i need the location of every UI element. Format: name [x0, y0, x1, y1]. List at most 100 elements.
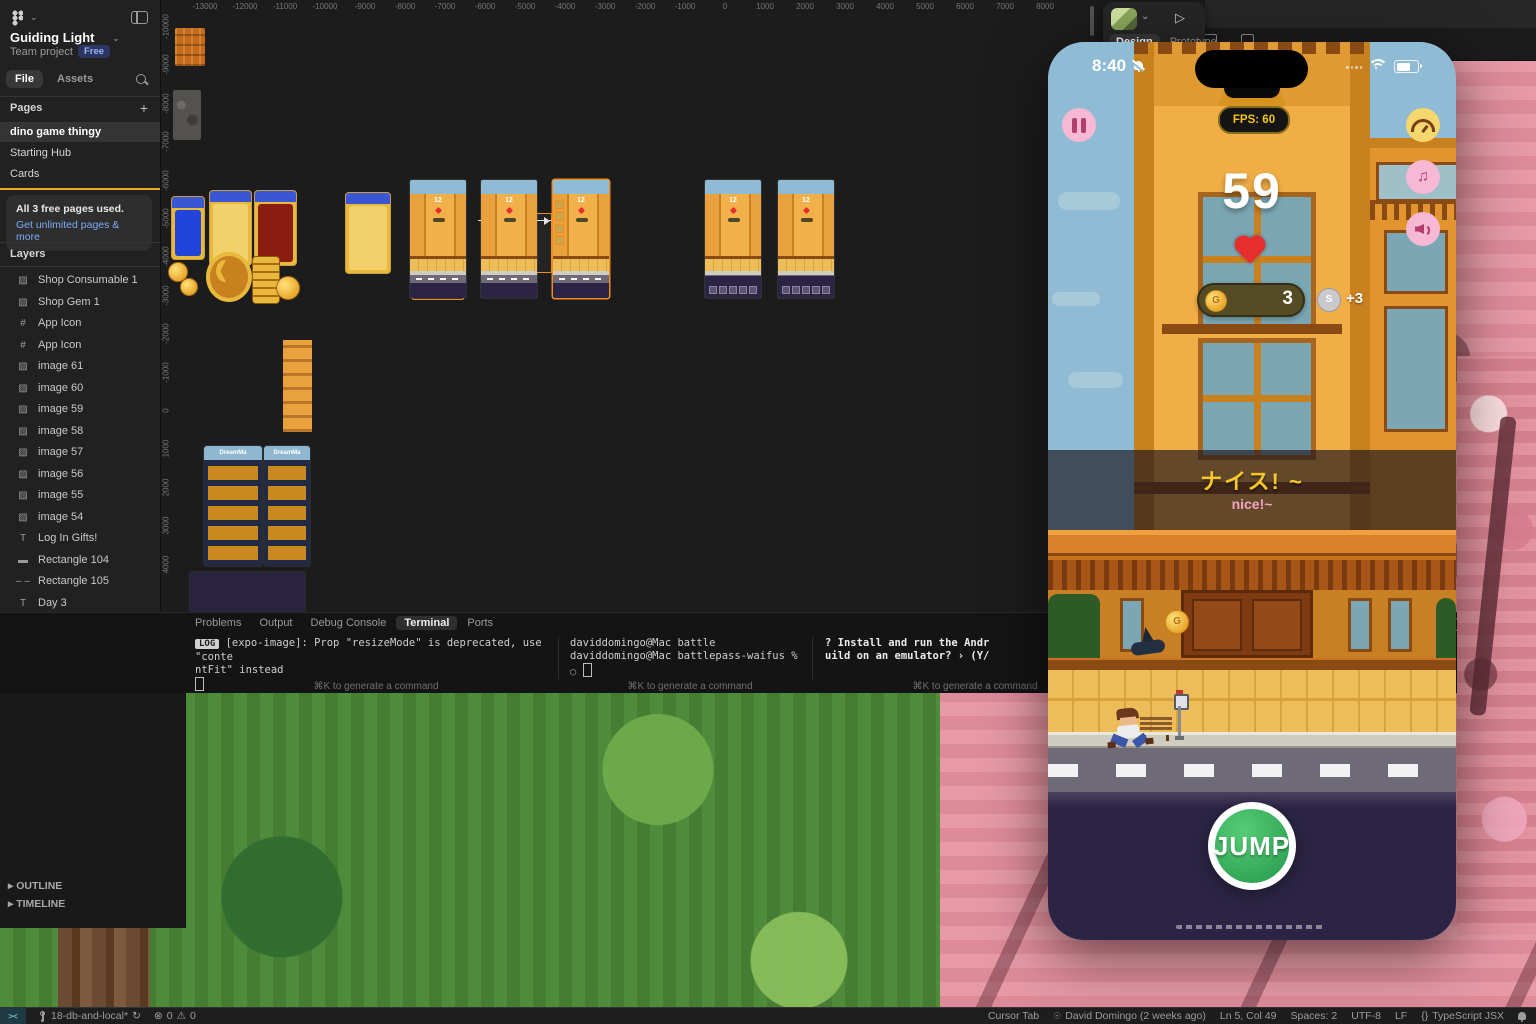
- free-plan-divider: [0, 188, 160, 190]
- pause-button[interactable]: [1062, 108, 1096, 142]
- panel-tab-problems[interactable]: Problems: [195, 617, 241, 629]
- add-page-icon[interactable]: +: [140, 100, 148, 116]
- ruler-number: -13000: [192, 2, 218, 11]
- ruler-number: 8000: [1036, 2, 1054, 11]
- page-item[interactable]: dino game thingy: [0, 122, 160, 142]
- ruler-number: -11000: [272, 2, 298, 11]
- panel-tabs: Problems Output Debug Console Terminal Ports: [195, 616, 493, 630]
- canvas-game-frame[interactable]: 12: [410, 180, 466, 298]
- page-item[interactable]: Cards: [0, 164, 160, 184]
- ruler-number: 1000: [756, 2, 774, 11]
- canvas-game-frame[interactable]: 12: [778, 180, 834, 298]
- layer-label: image 55: [38, 489, 84, 501]
- panel-tab-output[interactable]: Output: [259, 617, 292, 629]
- layer-type-icon: T: [19, 597, 27, 609]
- layer-item[interactable]: ▨ image 55: [0, 485, 160, 506]
- ruler-number: -6000: [161, 169, 171, 191]
- ruler-number: 5000: [916, 2, 934, 11]
- canvas-game-frame[interactable]: 12: [553, 180, 609, 298]
- layer-item[interactable]: ▨ image 58: [0, 421, 160, 442]
- cloud: [1068, 372, 1123, 388]
- layer-item[interactable]: ▨ image 57: [0, 442, 160, 463]
- status-time: 8:40: [1092, 56, 1127, 75]
- speed-gauge-button[interactable]: [1406, 108, 1440, 142]
- canvas-card-gold-2[interactable]: [345, 192, 391, 274]
- layer-item[interactable]: ▨ Shop Gem 1: [0, 292, 160, 313]
- jump-button[interactable]: JUMP: [1208, 802, 1296, 890]
- terminal-2[interactable]: daviddomingo@Mac battle daviddomingo@Mac…: [570, 637, 808, 679]
- tab-file[interactable]: File: [6, 70, 43, 88]
- layer-item[interactable]: ▨ image 60: [0, 378, 160, 399]
- project-title: Guiding Light: [10, 30, 95, 45]
- figma-menu-chevron-icon[interactable]: ⌄: [30, 12, 38, 23]
- avatar[interactable]: [1111, 8, 1137, 30]
- ruler-number: 4000: [876, 2, 894, 11]
- layer-item[interactable]: # App Icon: [0, 313, 160, 334]
- layer-type-icon: #: [20, 339, 26, 351]
- canvas-brick-texture[interactable]: [175, 28, 205, 66]
- layer-item[interactable]: ▨ image 56: [0, 464, 160, 485]
- ruler-number: 6000: [956, 2, 974, 11]
- canvas-frame-partial[interactable]: [283, 340, 312, 432]
- layer-item[interactable]: ▨ image 54: [0, 507, 160, 528]
- home-indicator[interactable]: [1176, 925, 1326, 929]
- layer-item[interactable]: # App Icon: [0, 335, 160, 356]
- canvas-moon-coin[interactable]: [206, 252, 252, 302]
- layer-item[interactable]: ▨ image 61: [0, 356, 160, 377]
- project-title-chevron-icon[interactable]: ⌄: [112, 33, 120, 44]
- avatar-chevron-icon[interactable]: ⌄: [1141, 11, 1149, 22]
- canvas-dark-frame[interactable]: [190, 572, 305, 612]
- terminal-hint: ⌘K to generate a command: [313, 681, 439, 692]
- mute-bell-icon: [1134, 61, 1143, 72]
- figma-logo-icon[interactable]: [12, 10, 23, 26]
- canvas-coin-stack[interactable]: [252, 256, 280, 304]
- layer-item[interactable]: – – Rectangle 105: [0, 571, 160, 592]
- gauge-icon: [1411, 118, 1435, 132]
- layer-label: App Icon: [38, 317, 82, 329]
- canvas-scrollbar[interactable]: [1090, 6, 1094, 36]
- panel-tab-ports[interactable]: Ports: [467, 617, 493, 629]
- layer-item[interactable]: T Day 3: [0, 593, 160, 614]
- ruler-number: -3000: [594, 2, 616, 11]
- canvas-coin-small-2[interactable]: [180, 278, 198, 296]
- ruler-number: -8000: [394, 2, 416, 11]
- search-icon[interactable]: [136, 74, 146, 84]
- tab-assets[interactable]: Assets: [48, 70, 102, 88]
- ruler-number: -7000: [161, 131, 171, 152]
- layer-label: image 54: [38, 510, 84, 523]
- page-item[interactable]: Starting Hub: [0, 143, 160, 163]
- frame-score: 12: [729, 197, 737, 204]
- canvas-game-frame[interactable]: 12: [705, 180, 761, 298]
- canvas-card-red[interactable]: [254, 190, 297, 266]
- panel-tab-debug-console[interactable]: Debug Console: [311, 617, 387, 629]
- layer-type-icon: ▨: [18, 425, 28, 437]
- entrance-doors: [1181, 590, 1313, 658]
- ruler-number: -7000: [434, 2, 456, 11]
- banner-upgrade-link[interactable]: Get unlimited pages & more: [16, 219, 142, 243]
- figma-sidebar: ⌄ Guiding Light ⌄ Team project Free File…: [0, 0, 161, 612]
- ruler-number: 1000: [161, 440, 171, 458]
- layer-label: Rectangle 104: [38, 553, 109, 566]
- canvas-card-blue[interactable]: [171, 196, 205, 260]
- layer-item[interactable]: ▨ image 59: [0, 399, 160, 420]
- ruler-number: -10000: [312, 2, 338, 11]
- panel-tab-terminal[interactable]: Terminal: [396, 616, 458, 630]
- layer-label: Day 3: [38, 596, 67, 609]
- ruler-number: 3000: [836, 2, 854, 11]
- canvas-coin-large[interactable]: [276, 276, 300, 300]
- log-badge: LOG: [195, 639, 220, 649]
- canvas-game-frame[interactable]: 12: [481, 180, 537, 298]
- bush: [1436, 598, 1456, 658]
- layer-item[interactable]: T Log In Gifts!: [0, 528, 160, 549]
- layer-label: image 61: [38, 360, 84, 372]
- layer-item[interactable]: ▬ Rectangle 104: [0, 550, 160, 571]
- canvas-shop-frame-1[interactable]: DreamMa: [204, 446, 262, 566]
- figma-canvas[interactable]: -13000 -12000 -11000 -10000 -9000 -8000 -7000-…: [160, 0, 1103, 612]
- layer-type-icon: ▨: [18, 275, 28, 286]
- canvas-shop-frame-2[interactable]: DreamMa: [264, 446, 310, 566]
- player-character: [1104, 706, 1156, 751]
- layer-item[interactable]: ▨ Shop Consumable 1: [0, 270, 160, 291]
- toggle-panels-icon[interactable]: [131, 11, 148, 24]
- canvas-rock-texture[interactable]: [173, 90, 201, 140]
- present-play-icon[interactable]: ▷: [1175, 10, 1185, 26]
